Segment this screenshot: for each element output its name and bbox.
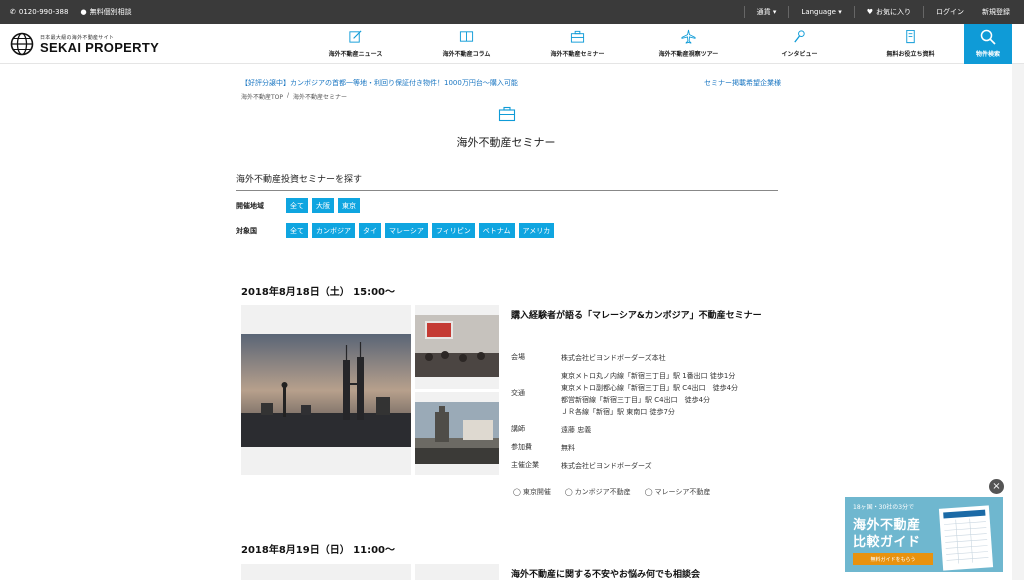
promo-notice-link[interactable]: 【好評分譲中】カンボジアの首都一等地・利回り保証付き物件！1000万円台〜購入可… bbox=[241, 78, 518, 88]
country-chip-philippines[interactable]: フィリピン bbox=[431, 223, 475, 238]
globe-icon bbox=[10, 32, 34, 56]
site-header: 日本最大級の海外不動産サイト SEKAI PROPERTY 海外不動産ニュース … bbox=[0, 24, 1024, 64]
venue-label: 会場 bbox=[511, 353, 525, 361]
nav-news[interactable]: 海外不動産ニュース bbox=[300, 24, 411, 64]
event-tag[interactable]: ◯ カンボジア不動産 bbox=[565, 487, 631, 497]
event-date: 2018年8月18日（土） 15:00〜 bbox=[241, 287, 396, 298]
seminar-listing-request-link[interactable]: セミナー掲載希望企業様 bbox=[704, 78, 781, 88]
register-link[interactable]: 新規登録 bbox=[976, 6, 1024, 18]
nav-tour[interactable]: 海外不動産視察ツアー bbox=[633, 24, 744, 64]
access-line: ＪＲ各線「新宿」駅 東南口 徒歩7分 bbox=[561, 408, 675, 416]
country-chip-usa[interactable]: アメリカ bbox=[518, 223, 555, 238]
scrollbar-track[interactable] bbox=[1012, 64, 1024, 580]
microphone-icon bbox=[794, 30, 805, 43]
country-filter: 対象国 全て カンボジア タイ マレーシア フィリピン ベトナム アメリカ bbox=[236, 223, 555, 238]
event-title-link[interactable]: 購入経験者が語る「マレーシア&カンボジア」不動産セミナー bbox=[511, 308, 771, 324]
logo-name: SEKAI PROPERTY bbox=[40, 40, 160, 55]
breadcrumb-separator: / bbox=[287, 92, 290, 99]
page-title: 海外不動産セミナー bbox=[456, 136, 556, 149]
language-dropdown[interactable]: Language ▾ bbox=[788, 6, 853, 18]
speaker-label: 講師 bbox=[511, 425, 525, 433]
site-logo[interactable]: 日本最大級の海外不動産サイト SEKAI PROPERTY bbox=[10, 32, 159, 56]
access-label: 交通 bbox=[511, 389, 525, 397]
fee-value: 無料 bbox=[561, 444, 575, 452]
tag-icon: ◯ bbox=[564, 488, 573, 496]
country-chip-all[interactable]: 全て bbox=[286, 223, 308, 238]
host-label: 主催企業 bbox=[511, 461, 539, 469]
region-filter: 開催地域 全て 大阪 東京 bbox=[236, 198, 360, 213]
airplane-icon bbox=[681, 29, 696, 44]
property-search-button[interactable]: 物件検索 bbox=[964, 24, 1012, 64]
country-chip-cambodia[interactable]: カンボジア bbox=[312, 223, 355, 238]
login-link[interactable]: ログイン bbox=[923, 6, 976, 18]
event-title-link[interactable]: 海外不動産に関する不安やお悩み何でも相談会 bbox=[511, 567, 771, 580]
nav-column[interactable]: 海外不動産コラム bbox=[411, 24, 522, 64]
city-skyline-photo bbox=[241, 334, 411, 447]
guide-document-image bbox=[938, 505, 994, 571]
region-chip-osaka[interactable]: 大阪 bbox=[312, 198, 334, 213]
banner-title-line2: 比較ガイド bbox=[853, 535, 921, 550]
close-icon: × bbox=[992, 481, 1001, 492]
tag-icon: ◯ bbox=[644, 488, 653, 496]
event-photo-seminar[interactable] bbox=[415, 564, 499, 580]
breadcrumb-home[interactable]: 海外不動産TOP bbox=[241, 92, 283, 101]
seminar-room-photo bbox=[415, 315, 499, 377]
chat-icon: ● bbox=[80, 8, 87, 16]
speaker-value: 遠藤 忠義 bbox=[561, 426, 592, 434]
main-nav: 海外不動産ニュース 海外不動産コラム 海外不動産セミナー 海外不動産視察ツアー … bbox=[300, 24, 966, 64]
access-line: 都営新宿線「新宿三丁目」駅 C4出口 徒歩4分 bbox=[561, 396, 711, 404]
city-view-photo bbox=[415, 402, 499, 464]
consult-link[interactable]: ● 無料個別相談 bbox=[80, 7, 131, 17]
event-photo-seminar[interactable] bbox=[415, 305, 499, 389]
region-chip-tokyo[interactable]: 東京 bbox=[338, 198, 360, 213]
nav-free-guide[interactable]: 無料お役立ち資料 bbox=[855, 24, 966, 64]
comparison-guide-banner[interactable]: 18ヶ国・30社の3分で 海外不動産 比較ガイド 無料ガイドをもらう bbox=[845, 497, 1003, 572]
region-chip-all[interactable]: 全て bbox=[286, 198, 308, 213]
tag-icon: ◯ bbox=[513, 488, 521, 496]
access-line: 東京メトロ副都心線「新宿三丁目」駅 C4出口 徒歩4分 bbox=[561, 384, 739, 392]
event-tag[interactable]: ◯ マレーシア不動産 bbox=[645, 487, 711, 497]
phone-icon: ✆ bbox=[10, 8, 16, 16]
section-heading: 海外不動産投資セミナーを探す bbox=[236, 172, 778, 191]
briefcase-icon bbox=[498, 106, 516, 122]
close-banner-button[interactable]: × bbox=[989, 479, 1004, 494]
breadcrumb: 海外不動産TOP / 海外不動産セミナー bbox=[241, 92, 347, 101]
event-tags: ◯ 東京開催 ◯ カンボジア不動産 ◯ マレーシア不動産 bbox=[513, 487, 710, 497]
phone-link[interactable]: ✆ 0120-990-388 bbox=[10, 8, 68, 16]
fee-label: 参加費 bbox=[511, 443, 532, 451]
heart-icon: ♥ bbox=[866, 8, 873, 16]
host-value: 株式会社ビヨンドボーダーズ bbox=[561, 462, 652, 470]
event-details: 会場 株式会社ビヨンドボーダーズ本社 交通 東京メトロ丸ノ内線「新宿三丁目」駅 … bbox=[511, 352, 771, 478]
event-date: 2018年8月19日（日） 11:00〜 bbox=[241, 545, 396, 556]
country-filter-label: 対象国 bbox=[236, 226, 257, 235]
access-line: 東京メトロ丸ノ内線「新宿三丁目」駅 1番出口 徒歩1分 bbox=[561, 372, 736, 380]
country-chip-thailand[interactable]: タイ bbox=[359, 223, 381, 238]
pencil-icon bbox=[349, 30, 362, 43]
event-photo-city[interactable] bbox=[415, 392, 499, 475]
document-icon bbox=[906, 29, 915, 44]
event-photo-main[interactable] bbox=[241, 564, 411, 580]
event-tag[interactable]: ◯ 東京開催 bbox=[513, 487, 551, 497]
favorites-link[interactable]: ♥ お気に入り bbox=[853, 6, 923, 18]
breadcrumb-current: 海外不動産セミナー bbox=[293, 94, 348, 101]
nav-interview[interactable]: インタビュー bbox=[744, 24, 855, 64]
briefcase-icon bbox=[570, 30, 585, 43]
guide-table-graphic bbox=[943, 509, 989, 564]
currency-dropdown[interactable]: 通貨 ▾ bbox=[743, 6, 789, 18]
event-photo-main[interactable] bbox=[241, 305, 411, 475]
banner-subtext: 18ヶ国・30社の3分で bbox=[853, 504, 915, 511]
top-utility-bar: ✆ 0120-990-388 ● 無料個別相談 通貨 ▾ Language ▾ … bbox=[0, 0, 1024, 24]
country-chip-vietnam[interactable]: ベトナム bbox=[478, 223, 515, 238]
nav-seminar[interactable]: 海外不動産セミナー bbox=[522, 24, 633, 64]
banner-cta-button[interactable]: 無料ガイドをもらう bbox=[853, 553, 933, 565]
country-chip-malaysia[interactable]: マレーシア bbox=[385, 223, 428, 238]
venue-value: 株式会社ビヨンドボーダーズ本社 bbox=[561, 354, 666, 362]
search-icon bbox=[980, 29, 996, 45]
book-icon bbox=[459, 31, 474, 42]
region-filter-label: 開催地域 bbox=[236, 201, 264, 210]
